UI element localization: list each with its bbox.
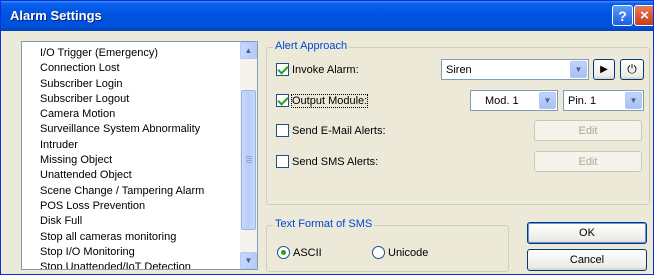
email-alerts-checkbox[interactable] bbox=[276, 124, 289, 137]
sms-alerts-row: Send SMS Alerts: bbox=[276, 155, 378, 168]
output-module-label: Output Module: bbox=[290, 93, 369, 108]
alert-approach-legend: Alert Approach bbox=[273, 40, 350, 52]
alarm-settings-dialog: Alarm Settings ? × I/O Trigger (Emergenc… bbox=[0, 0, 654, 275]
edit-email-button[interactable]: Edit bbox=[534, 120, 642, 141]
list-item[interactable]: Missing Object bbox=[22, 153, 242, 168]
list-item[interactable]: Unattended Object bbox=[22, 168, 242, 183]
invoke-alarm-label: Invoke Alarm: bbox=[292, 63, 359, 76]
edit-sms-label: Edit bbox=[578, 155, 598, 168]
output-module-select[interactable]: Mod. 1 ▼ bbox=[470, 90, 558, 111]
chevron-up-icon: ▲ bbox=[244, 46, 253, 55]
ascii-label: ASCII bbox=[293, 246, 322, 259]
scroll-thumb[interactable] bbox=[241, 90, 256, 230]
play-alarm-button[interactable]: ▶ bbox=[593, 59, 615, 80]
edit-email-label: Edit bbox=[578, 124, 598, 137]
close-button[interactable]: × bbox=[634, 5, 653, 26]
chevron-down-icon: ▼ bbox=[244, 256, 253, 265]
play-icon: ▶ bbox=[600, 64, 608, 75]
help-button[interactable]: ? bbox=[612, 5, 633, 26]
ascii-radio[interactable] bbox=[277, 246, 290, 259]
list-item[interactable]: Connection Lost bbox=[22, 61, 242, 76]
close-icon: × bbox=[640, 7, 649, 24]
event-list-items: I/O Trigger (Emergency) Connection Lost Su… bbox=[22, 46, 242, 269]
list-item[interactable]: Scene Change / Tampering Alarm bbox=[22, 184, 242, 199]
cancel-button[interactable]: Cancel bbox=[527, 249, 647, 271]
alarm-sound-select[interactable]: Siren ▼ bbox=[441, 59, 589, 80]
alarm-sound-value: Siren bbox=[446, 63, 472, 76]
invoke-alarm-row: Invoke Alarm: bbox=[276, 63, 359, 76]
stop-alarm-button[interactable]: ⏻ bbox=[620, 59, 644, 80]
ok-label: OK bbox=[579, 227, 595, 239]
edit-sms-button[interactable]: Edit bbox=[534, 151, 642, 172]
list-item[interactable]: Subscriber Logout bbox=[22, 92, 242, 107]
email-alerts-row: Send E-Mail Alerts: bbox=[276, 124, 386, 137]
list-item[interactable]: Surveillance System Abnormality bbox=[22, 122, 242, 137]
list-item[interactable]: Disk Full bbox=[22, 214, 242, 229]
sms-alerts-label: Send SMS Alerts: bbox=[292, 155, 379, 168]
output-pin-value: Pin. 1 bbox=[568, 94, 597, 107]
output-module-value: Mod. 1 bbox=[485, 94, 519, 107]
cancel-label: Cancel bbox=[569, 254, 605, 266]
list-item[interactable]: POS Loss Prevention bbox=[22, 199, 242, 214]
email-alerts-label: Send E-Mail Alerts: bbox=[292, 124, 386, 137]
window-title: Alarm Settings bbox=[10, 8, 102, 23]
title-bar[interactable]: Alarm Settings ? × bbox=[1, 1, 653, 31]
output-module-row: Output Module: bbox=[276, 93, 369, 108]
chevron-down-icon: ▼ bbox=[539, 92, 556, 109]
scroll-down-button[interactable]: ▼ bbox=[240, 252, 257, 269]
sms-alerts-checkbox[interactable] bbox=[276, 155, 289, 168]
list-item[interactable]: Stop Unattended/IoT Detection bbox=[22, 260, 242, 269]
unicode-label: Unicode bbox=[388, 246, 429, 259]
chevron-down-icon: ▼ bbox=[625, 92, 642, 109]
event-list-scrollbar[interactable]: ▲ ▼ bbox=[240, 42, 257, 269]
chevron-down-icon: ▼ bbox=[570, 61, 587, 78]
list-item[interactable]: Intruder bbox=[22, 138, 242, 153]
unicode-option[interactable]: Unicode bbox=[372, 246, 428, 259]
invoke-alarm-checkbox[interactable] bbox=[276, 63, 289, 76]
unicode-radio[interactable] bbox=[372, 246, 385, 259]
scroll-up-button[interactable]: ▲ bbox=[240, 42, 257, 59]
event-list[interactable]: I/O Trigger (Emergency) Connection Lost Su… bbox=[21, 41, 258, 270]
power-icon: ⏻ bbox=[627, 62, 637, 76]
output-module-checkbox[interactable] bbox=[276, 94, 289, 107]
list-item[interactable]: Subscriber Login bbox=[22, 77, 242, 92]
output-pin-select[interactable]: Pin. 1 ▼ bbox=[563, 90, 644, 111]
list-item[interactable]: Camera Motion bbox=[22, 107, 242, 122]
ok-button[interactable]: OK bbox=[527, 222, 647, 244]
help-icon: ? bbox=[618, 7, 627, 24]
ascii-option[interactable]: ASCII bbox=[277, 246, 322, 259]
sms-format-legend: Text Format of SMS bbox=[273, 218, 375, 230]
list-item[interactable]: Stop all cameras monitoring bbox=[22, 230, 242, 245]
list-item[interactable]: Stop I/O Monitoring bbox=[22, 245, 242, 260]
list-item[interactable]: I/O Trigger (Emergency) bbox=[22, 46, 242, 61]
